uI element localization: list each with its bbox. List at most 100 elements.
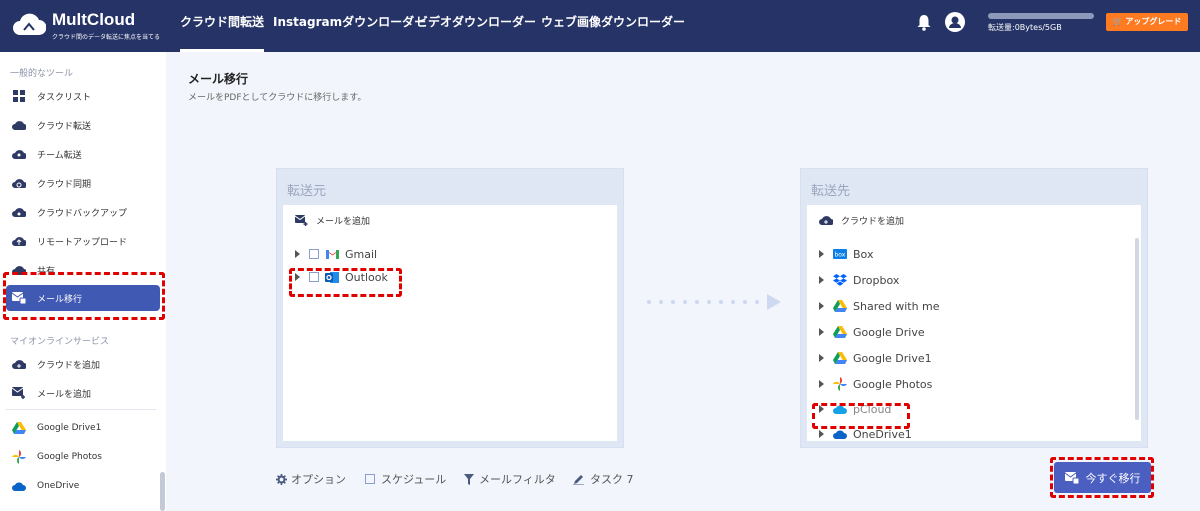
dest-item-google-drive[interactable]: Google Drive [819,325,925,339]
sidebar-item-label: クラウド転送 [37,121,92,132]
sidebar-item-onedrive[interactable]: OneDrive [6,473,160,499]
logo[interactable]: MultCloud クラウド間のデータ転送に焦点を当てる [12,9,162,43]
dest-item-label: OneDrive1 [853,427,912,441]
add-email-label: メールを追加 [316,217,371,227]
dest-item-shared-with-me[interactable]: Shared with me [819,299,940,313]
sidebar-item-label: チーム転送 [37,150,82,161]
options-button[interactable]: オプション [276,471,346,487]
page-description: メールをPDFとしてクラウドに移行します。 [188,93,367,103]
sidebar-item-label: Google Photos [37,452,102,462]
google-drive-icon [833,299,847,313]
nav-web-image-downloader[interactable]: ウェブ画像ダウンローダー [541,0,685,52]
sidebar-item-label: Google Drive1 [37,423,102,433]
google-photos-icon [833,377,847,391]
dest-item-label: Google Drive [853,325,925,339]
add-email-icon [12,386,26,400]
top-bar: MultCloud クラウド間のデータ転送に焦点を当てる クラウド間転送 Ins… [0,0,1200,52]
pencil-icon [573,474,584,485]
dest-item-dropbox[interactable]: Dropbox [819,273,899,287]
dest-item-google-photos[interactable]: Google Photos [819,377,932,391]
arrow-right-icon [767,294,781,310]
sidebar-item-google-photos[interactable]: Google Photos [6,444,160,470]
task-name-button[interactable]: タスク 7 [573,471,634,487]
upgrade-label: アップグレード [1125,17,1182,26]
add-email-button[interactable]: メールを追加 [295,214,370,227]
expand-icon[interactable] [819,380,824,388]
task-name-label: タスク 7 [590,473,634,486]
sidebar-item-label: OneDrive [37,481,80,491]
dest-item-box[interactable]: box Box [819,247,873,261]
sidebar-item-cloud-transfer[interactable]: クラウド転送 [6,112,160,138]
remote-upload-icon [12,234,26,248]
sidebar-item-cloud-backup[interactable]: クラウドバックアップ [6,199,160,225]
app-name: MultCloud [52,10,136,29]
expand-icon[interactable] [819,276,824,284]
filter-icon [464,473,474,485]
expand-icon[interactable] [819,430,824,438]
page-title: メール移行 [188,72,249,86]
nav-instagram-downloader[interactable]: Instagramダウンローダー [273,0,426,52]
nav-video-downloader[interactable]: ビデオダウンローダー [416,0,536,52]
sidebar-item-label: クラウドを追加 [37,360,101,371]
dest-item-google-drive1[interactable]: Google Drive1 [819,351,932,365]
dest-item-label: Google Photos [853,377,933,391]
bell-icon[interactable] [917,14,931,31]
onedrive-icon [833,427,847,441]
add-cloud-icon [819,215,833,226]
sidebar-scrollbar[interactable] [160,472,165,511]
team-transfer-icon [12,147,26,161]
add-cloud-button[interactable]: クラウドを追加 [819,214,904,227]
dropbox-icon [833,273,847,287]
expand-icon[interactable] [819,328,824,336]
box-icon: box [833,247,847,261]
transfer-arrow [647,294,781,310]
upgrade-button[interactable]: 🛒 アップグレード [1106,13,1188,31]
sidebar-item-task-list[interactable]: タスクリスト [6,83,160,109]
sidebar-item-add-cloud[interactable]: クラウドを追加 [6,351,160,377]
schedule-label: スケジュール [381,473,447,486]
sidebar-item-label: タスクリスト [37,92,92,103]
google-photos-icon [12,450,26,464]
highlight-migrate-now [1050,457,1154,498]
gear-icon [276,473,287,485]
sidebar-item-label: メールを追加 [37,389,92,400]
expand-icon[interactable] [295,250,300,258]
schedule-button[interactable]: スケジュール [365,471,446,487]
sidebar-item-remote-upload[interactable]: リモートアップロード [6,228,160,254]
dest-item-label: Shared with me [853,299,940,313]
dest-item-label: Dropbox [853,273,900,287]
source-item-gmail[interactable]: Gmail [295,247,377,261]
dest-item-label: Box [853,247,874,261]
source-title: 転送元 [287,184,327,199]
cloud-transfer-icon [12,118,26,132]
add-cloud-icon [12,357,26,371]
expand-icon[interactable] [819,302,824,310]
source-list: メールを追加 Gmail Outlook [283,205,617,441]
expand-icon[interactable] [819,354,824,362]
user-avatar-icon[interactable] [945,12,965,32]
sidebar-item-google-drive1[interactable]: Google Drive1 [6,415,160,441]
highlight-pcloud [812,403,910,429]
gmail-icon [325,247,339,261]
cloud-sync-icon [12,176,26,190]
source-panel: 転送元 メールを追加 Gmail Outlook [276,168,624,448]
add-cloud-label: クラウドを追加 [841,217,905,227]
email-filter-button[interactable]: メールフィルタ [464,471,556,487]
cloud-backup-icon [12,205,26,219]
nav-cloud-transfer[interactable]: クラウド間転送 [180,0,265,52]
dest-item-label: Google Drive1 [853,351,932,365]
sidebar-section-tools: 一般的なツール [10,69,74,79]
onedrive-icon [12,479,26,493]
sidebar-item-team-transfer[interactable]: チーム転送 [6,141,160,167]
grid-icon [12,89,26,103]
dest-item-onedrive1[interactable]: OneDrive1 [819,427,912,441]
usage-text: 転送量:0Bytes/5GB [988,23,1062,32]
expand-icon[interactable] [819,250,824,258]
checkbox[interactable] [309,249,319,259]
schedule-checkbox[interactable] [365,474,375,484]
highlight-outlook [289,268,402,297]
app-tagline: クラウド間のデータ転送に焦点を当てる [52,34,161,41]
sidebar-item-add-email[interactable]: メールを追加 [6,380,160,406]
destination-scrollbar[interactable] [1135,238,1139,420]
sidebar-item-cloud-sync[interactable]: クラウド同期 [6,170,160,196]
